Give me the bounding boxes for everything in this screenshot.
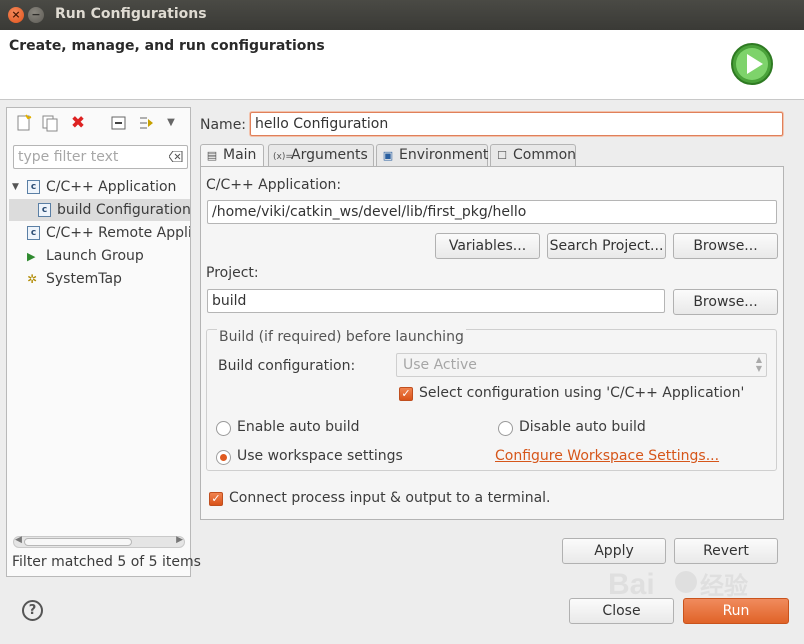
filter-input[interactable] bbox=[14, 146, 162, 168]
duplicate-icon[interactable] bbox=[41, 114, 59, 132]
tree-item-label: C/C++ Application bbox=[46, 179, 177, 195]
variables-button[interactable]: Variables... bbox=[435, 233, 540, 259]
name-input[interactable] bbox=[250, 112, 783, 136]
use-workspace-settings-label: Use workspace settings bbox=[237, 448, 403, 464]
build-configuration-select[interactable]: Use Active ▲ ▼ bbox=[396, 353, 767, 377]
apply-button[interactable]: Apply bbox=[562, 538, 666, 564]
connect-terminal-label: Connect process input & output to a term… bbox=[229, 490, 551, 506]
project-label: Project: bbox=[206, 265, 259, 281]
view-menu-chevron-icon[interactable]: ▼ bbox=[162, 114, 180, 132]
build-group-title: Build (if required) before launching bbox=[217, 329, 466, 345]
tab-label: Common bbox=[513, 147, 577, 163]
help-icon[interactable]: ? bbox=[22, 600, 43, 621]
browse-application-button[interactable]: Browse... bbox=[673, 233, 778, 259]
c-app-icon: c bbox=[27, 180, 40, 194]
window-title: Run Configurations bbox=[55, 6, 207, 22]
disable-auto-build-radio[interactable] bbox=[498, 421, 513, 436]
run-button[interactable]: Run bbox=[683, 598, 789, 624]
clear-filter-icon[interactable] bbox=[169, 151, 183, 162]
select-config-checkbox[interactable]: ✓ bbox=[399, 387, 413, 401]
scrollbar-thumb[interactable] bbox=[24, 538, 132, 546]
scroll-left-icon[interactable]: ◀ bbox=[15, 535, 22, 545]
tree-item-c-application[interactable]: ▼ c C/C++ Application bbox=[7, 176, 190, 198]
build-configuration-value: Use Active bbox=[403, 357, 477, 373]
expand-chevron-icon[interactable]: ▼ bbox=[12, 176, 19, 198]
tab-main[interactable]: ▤ Main bbox=[200, 144, 264, 167]
close-button[interactable]: Close bbox=[569, 598, 674, 624]
enable-auto-build-radio[interactable] bbox=[216, 421, 231, 436]
document-icon: ▤ bbox=[206, 149, 218, 162]
revert-button[interactable]: Revert bbox=[674, 538, 778, 564]
browse-project-button[interactable]: Browse... bbox=[673, 289, 778, 315]
tab-common[interactable]: ☐ Common bbox=[490, 144, 576, 166]
build-group: Build (if required) before launching Bui… bbox=[206, 329, 777, 471]
name-label: Name: bbox=[200, 117, 247, 133]
tree-item-c-remote-application[interactable]: c C/C++ Remote Applica bbox=[7, 222, 190, 244]
search-project-button[interactable]: Search Project... bbox=[547, 233, 666, 259]
tab-label: Main bbox=[223, 147, 257, 163]
configuration-editor: Name: ▤ Main (x)=Arguments ▣ Environment ☐… bbox=[194, 104, 791, 584]
connect-terminal-checkbox[interactable]: ✓ bbox=[209, 492, 223, 506]
tree-item-build-configuration[interactable]: c build Configuration bbox=[9, 199, 190, 221]
spin-arrows-icon: ▲ ▼ bbox=[755, 355, 762, 373]
build-configuration-label: Build configuration: bbox=[218, 358, 356, 374]
select-config-label: Select configuration using 'C/C++ Applic… bbox=[419, 385, 745, 401]
close-window-button[interactable]: × bbox=[8, 7, 24, 23]
main-tab-panel: C/C++ Application: Variables... Search P… bbox=[200, 166, 784, 520]
c-application-label: C/C++ Application: bbox=[206, 177, 342, 193]
tab-label: Arguments bbox=[291, 147, 368, 163]
header-title: Create, manage, and run configurations bbox=[9, 38, 325, 54]
c-config-icon: c bbox=[38, 203, 51, 217]
minimize-window-button[interactable]: − bbox=[28, 7, 44, 23]
new-configuration-icon[interactable] bbox=[15, 114, 33, 132]
horizontal-scrollbar[interactable]: ◀ ▶ bbox=[13, 535, 185, 548]
systemtap-icon: ✲ bbox=[27, 272, 38, 286]
title-bar: × − Run Configurations bbox=[0, 0, 804, 30]
tree-item-label: Launch Group bbox=[46, 248, 144, 264]
project-input[interactable] bbox=[207, 289, 665, 313]
arguments-icon: (x)= bbox=[273, 152, 293, 162]
delete-icon[interactable]: ✖ bbox=[69, 114, 87, 132]
tree-item-label: SystemTap bbox=[46, 271, 122, 287]
filter-box bbox=[13, 145, 188, 169]
tab-arguments[interactable]: (x)=Arguments bbox=[268, 144, 374, 166]
tree-item-launch-group[interactable]: ▶ Launch Group bbox=[7, 245, 190, 267]
tree-item-systemtap[interactable]: ✲ SystemTap bbox=[7, 268, 190, 290]
launch-group-icon: ▶ bbox=[27, 250, 36, 263]
configure-workspace-settings-link[interactable]: Configure Workspace Settings... bbox=[495, 448, 719, 464]
common-icon: ☐ bbox=[497, 149, 507, 162]
tree-item-label: build Configuration bbox=[57, 202, 190, 218]
environment-icon: ▣ bbox=[382, 149, 394, 162]
disable-auto-build-label: Disable auto build bbox=[519, 419, 646, 435]
use-workspace-settings-radio[interactable] bbox=[216, 450, 231, 465]
tab-environment[interactable]: ▣ Environment bbox=[376, 144, 488, 166]
dialog-header: Create, manage, and run configurations bbox=[0, 30, 804, 100]
enable-auto-build-label: Enable auto build bbox=[237, 419, 360, 435]
run-icon bbox=[731, 43, 773, 85]
scroll-right-icon[interactable]: ▶ bbox=[176, 535, 183, 545]
tab-label: Environment bbox=[399, 147, 489, 163]
tree-item-label: C/C++ Remote Applica bbox=[46, 225, 190, 241]
c-remote-icon: c bbox=[27, 226, 40, 240]
list-toolbar: ✖ ▼ bbox=[7, 108, 190, 140]
configuration-list-pane: ✖ ▼ ▼ c C/C++ Application c build Configur… bbox=[6, 107, 201, 577]
filter-status: Filter matched 5 of 5 items bbox=[12, 554, 201, 570]
filter-icon[interactable] bbox=[137, 114, 155, 132]
c-application-path-input[interactable] bbox=[207, 200, 777, 224]
collapse-all-icon[interactable] bbox=[110, 114, 128, 132]
configuration-tree: ▼ c C/C++ Application c build Configuratio… bbox=[7, 174, 190, 534]
